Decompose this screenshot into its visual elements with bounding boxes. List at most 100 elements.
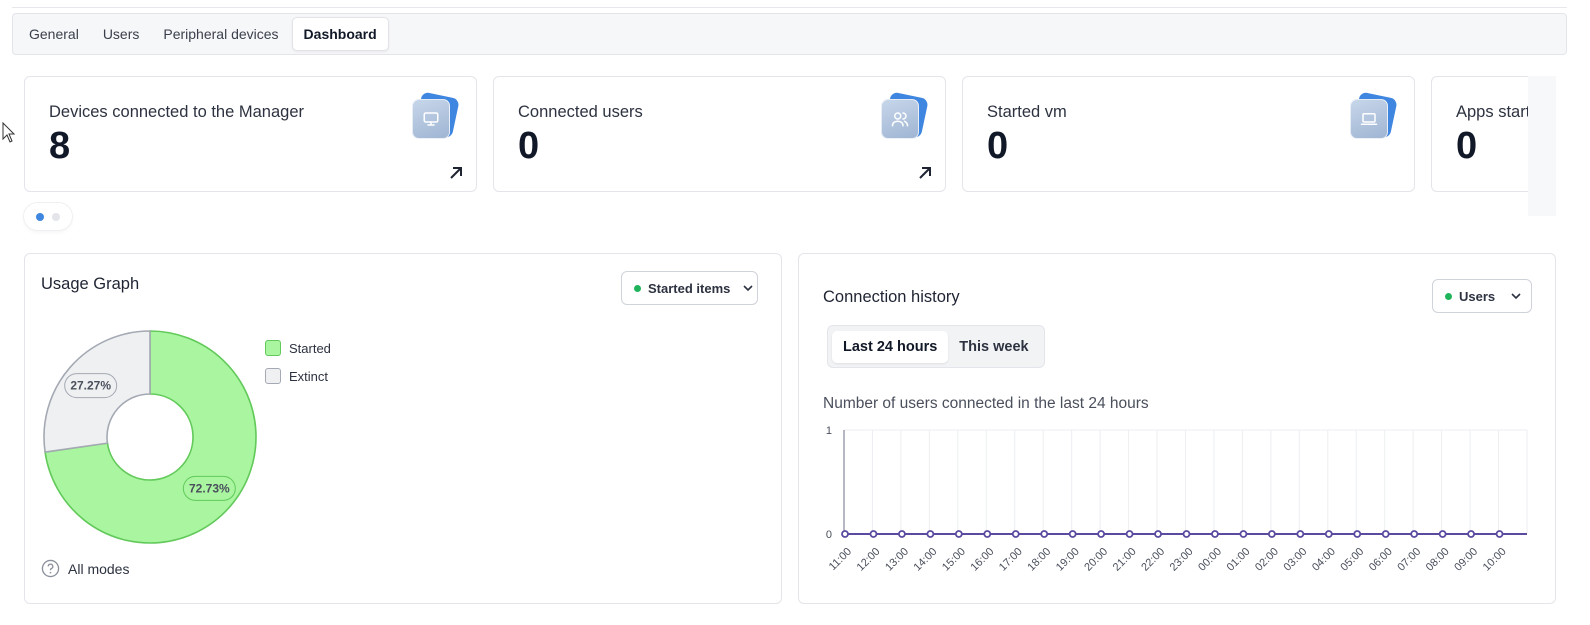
top-divider bbox=[12, 7, 1567, 8]
x-tick-label: 01:00 bbox=[1225, 546, 1253, 574]
dashboard-page: General Users Peripheral devices Dashboa… bbox=[0, 0, 1590, 625]
x-tick-label: 06:00 bbox=[1367, 546, 1395, 574]
legend-item-started[interactable]: Started bbox=[265, 334, 331, 362]
data-point[interactable] bbox=[1125, 530, 1134, 538]
data-point[interactable] bbox=[1410, 530, 1419, 538]
legend-swatch bbox=[265, 340, 281, 356]
chevron-down-icon bbox=[1511, 293, 1521, 300]
carousel-fade bbox=[1528, 76, 1556, 216]
x-tick-label: 22:00 bbox=[1139, 546, 1167, 574]
dropdown-label: Started items bbox=[648, 280, 731, 296]
data-point[interactable] bbox=[926, 530, 935, 538]
legend-label: Started bbox=[289, 340, 331, 356]
tab-users[interactable]: Users bbox=[92, 17, 151, 51]
data-point[interactable] bbox=[1267, 530, 1276, 538]
usage-graph-panel: Usage Graph Started items 72.73% 27.27% S… bbox=[24, 253, 782, 604]
card-value: 8 bbox=[49, 125, 71, 167]
chevron-down-icon bbox=[743, 285, 753, 292]
users-dropdown[interactable]: Users bbox=[1432, 279, 1532, 313]
x-tick-label: 04:00 bbox=[1310, 546, 1338, 574]
data-point[interactable] bbox=[1324, 530, 1333, 538]
donut-slice-label: 27.27% bbox=[64, 373, 118, 399]
panel-title: Connection history bbox=[823, 288, 960, 306]
data-point[interactable] bbox=[1495, 530, 1504, 538]
card-title: Started vm bbox=[987, 103, 1067, 121]
pager-dot[interactable] bbox=[52, 213, 60, 221]
connection-line-chart: 0 1 11:00 12:00 13:00 14:00 15:00 16:00 17:00 18:… bbox=[826, 425, 1528, 574]
x-tick-label: 05:00 bbox=[1338, 546, 1366, 574]
panel-title: Usage Graph bbox=[41, 275, 140, 293]
dropdown-label: Users bbox=[1459, 288, 1496, 304]
x-tick-label: 18:00 bbox=[1025, 546, 1053, 574]
users-icon bbox=[881, 91, 929, 141]
chart-legend: Started Extinct bbox=[265, 334, 331, 390]
laptop-icon bbox=[1350, 91, 1398, 141]
footnote-label: All modes bbox=[68, 560, 130, 577]
card-title: Apps started bbox=[1456, 103, 1528, 121]
data-point[interactable] bbox=[1154, 530, 1162, 538]
card-value: 0 bbox=[987, 125, 1009, 167]
svg-text:27.27%: 27.27% bbox=[70, 379, 111, 393]
x-tick-label: 17:00 bbox=[997, 546, 1025, 574]
status-dot bbox=[1445, 292, 1452, 300]
data-point[interactable] bbox=[1182, 530, 1191, 538]
card-title: Connected users bbox=[518, 103, 643, 121]
data-point[interactable] bbox=[841, 530, 849, 538]
data-point[interactable] bbox=[869, 530, 878, 538]
y-tick-label: 0 bbox=[826, 529, 832, 541]
x-tick-label: 15:00 bbox=[940, 546, 968, 574]
x-tick-label: 07:00 bbox=[1395, 546, 1423, 574]
stats-carousel: Devices connected to the Manager 8 Conne… bbox=[24, 76, 1528, 192]
mouse-cursor-icon bbox=[2, 122, 16, 143]
data-point[interactable] bbox=[1353, 530, 1362, 538]
help-icon[interactable] bbox=[41, 559, 60, 578]
range-last-24-hours[interactable]: Last 24 hours bbox=[832, 330, 949, 363]
legend-swatch bbox=[265, 368, 281, 384]
data-point[interactable] bbox=[1381, 530, 1390, 538]
data-point[interactable] bbox=[1097, 530, 1106, 538]
svg-text:72.73%: 72.73% bbox=[189, 481, 230, 495]
data-point[interactable] bbox=[983, 530, 992, 538]
data-point[interactable] bbox=[1467, 530, 1475, 538]
card-title: Devices connected to the Manager bbox=[49, 103, 304, 121]
range-this-week[interactable]: This week bbox=[948, 331, 1039, 363]
x-tick-label: 00:00 bbox=[1196, 546, 1224, 574]
tab-dashboard[interactable]: Dashboard bbox=[291, 17, 389, 51]
data-point[interactable] bbox=[1011, 530, 1020, 538]
data-point[interactable] bbox=[898, 530, 906, 538]
x-tick-label: 09:00 bbox=[1452, 546, 1480, 574]
tab-peripheral-devices[interactable]: Peripheral devices bbox=[152, 17, 289, 51]
x-tick-label: 14:00 bbox=[912, 546, 940, 574]
data-point[interactable] bbox=[1296, 530, 1305, 538]
card-apps-started: Apps started 0 bbox=[1431, 76, 1528, 192]
data-point[interactable] bbox=[1211, 530, 1219, 538]
tab-general[interactable]: General bbox=[18, 17, 90, 51]
data-point[interactable] bbox=[1040, 530, 1049, 538]
x-tick-label: 21:00 bbox=[1111, 546, 1139, 574]
arrow-up-right-icon[interactable] bbox=[917, 165, 933, 181]
data-point[interactable] bbox=[954, 530, 963, 538]
legend-item-extinct[interactable]: Extinct bbox=[265, 362, 331, 390]
pager-dot-active[interactable] bbox=[36, 213, 44, 221]
donut-slice-label: 72.73% bbox=[182, 475, 236, 501]
data-point[interactable] bbox=[1068, 530, 1077, 538]
usage-donut-chart: 72.73% 27.27% bbox=[43, 330, 257, 544]
data-point[interactable] bbox=[1438, 530, 1447, 538]
card-started-vm: Started vm 0 bbox=[962, 76, 1415, 192]
carousel-pager bbox=[24, 203, 72, 230]
x-tick-label: 12:00 bbox=[855, 546, 883, 574]
all-modes-note: All modes bbox=[41, 559, 129, 578]
x-tick-label: 13:00 bbox=[883, 546, 911, 574]
data-point[interactable] bbox=[1239, 530, 1248, 538]
chart-subtitle: Number of users connected in the last 24… bbox=[823, 395, 1149, 412]
x-tick-label: 03:00 bbox=[1282, 546, 1310, 574]
x-tick-label: 11:00 bbox=[827, 546, 854, 573]
started-items-dropdown[interactable]: Started items bbox=[621, 271, 758, 305]
arrow-up-right-icon[interactable] bbox=[448, 165, 464, 181]
x-tick-label: 10:00 bbox=[1481, 546, 1509, 574]
tab-bar: General Users Peripheral devices Dashboa… bbox=[12, 13, 1567, 55]
y-tick-label: 1 bbox=[826, 425, 832, 437]
x-tick-label: 19:00 bbox=[1054, 546, 1082, 574]
legend-label: Extinct bbox=[289, 368, 329, 384]
card-value: 0 bbox=[1456, 125, 1478, 167]
